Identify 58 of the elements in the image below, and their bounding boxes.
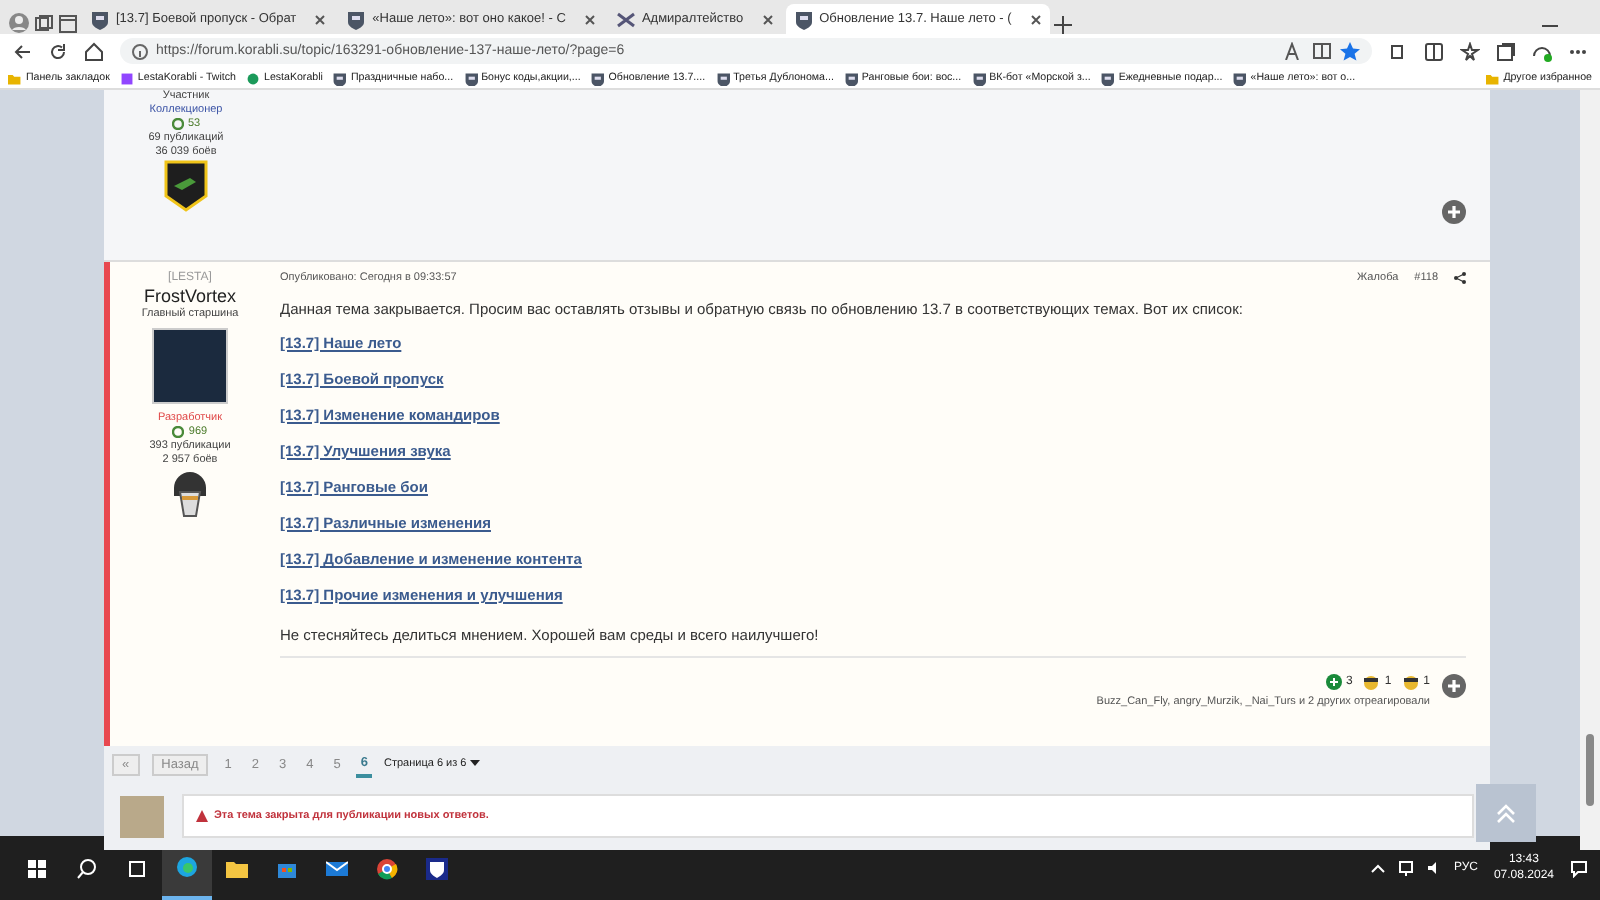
notifications-icon[interactable] [1570,859,1588,877]
avatar-placeholder [120,795,164,837]
reader-view-icon[interactable] [1312,42,1332,60]
reload-icon[interactable] [48,41,68,61]
star-icon[interactable] [1340,41,1360,61]
shield-icon [90,9,110,29]
face-icon [1401,674,1420,690]
shield-icon [843,71,858,85]
shield-icon [463,71,478,85]
add-reaction-icon[interactable] [1442,674,1466,698]
share-icon[interactable] [1454,272,1466,284]
chevron-up-icon[interactable] [1369,860,1386,876]
speaker-icon[interactable] [1425,860,1442,876]
mail-icon[interactable] [326,857,348,879]
workspaces-icon[interactable] [34,14,54,34]
square-icon [119,71,134,85]
plus-icon [1325,674,1342,690]
shield-badge-icon [164,160,208,212]
scrollbar-thumb[interactable] [1586,734,1594,806]
close-icon[interactable] [583,13,596,25]
windows-start-icon[interactable] [26,857,48,879]
info-icon [132,43,148,59]
shield-app-icon[interactable] [426,857,448,879]
warning-icon [196,810,208,822]
shield-icon [332,71,347,85]
read-aloud-icon[interactable] [1284,42,1304,60]
add-reaction-icon[interactable] [1442,200,1466,224]
avatar-placeholder [152,328,228,404]
double-chevron-up-icon [1494,801,1518,825]
shield-icon [715,71,730,85]
task-view-icon[interactable] [126,857,148,879]
search-icon[interactable] [76,857,98,879]
home-icon[interactable] [84,41,104,61]
split-screen-icon[interactable] [1424,41,1444,61]
crossed-icon [615,9,636,29]
shield-icon [971,71,986,85]
folder-icon[interactable] [226,857,248,879]
helmet-badge-icon [170,468,210,520]
face-icon [1362,674,1381,690]
shield-icon [346,9,367,29]
ring-icon [172,426,185,438]
close-icon[interactable] [1029,13,1042,25]
shield-icon [590,71,605,85]
shield-icon [793,9,814,29]
close-icon[interactable] [761,13,774,25]
circle-icon [246,71,260,85]
new-tab-icon[interactable] [1053,16,1072,34]
collections-icon[interactable] [1496,41,1516,61]
ring-icon [171,118,184,130]
favorites-icon[interactable] [1460,41,1480,61]
close-icon[interactable] [314,13,327,25]
back-icon[interactable] [12,41,32,61]
shield-icon [1232,71,1247,85]
network-icon[interactable] [1397,860,1414,876]
caret-icon [470,760,481,768]
shield-icon [1100,71,1115,85]
profile-icon[interactable] [8,12,30,34]
author-name[interactable]: FrostVortex [143,286,236,306]
